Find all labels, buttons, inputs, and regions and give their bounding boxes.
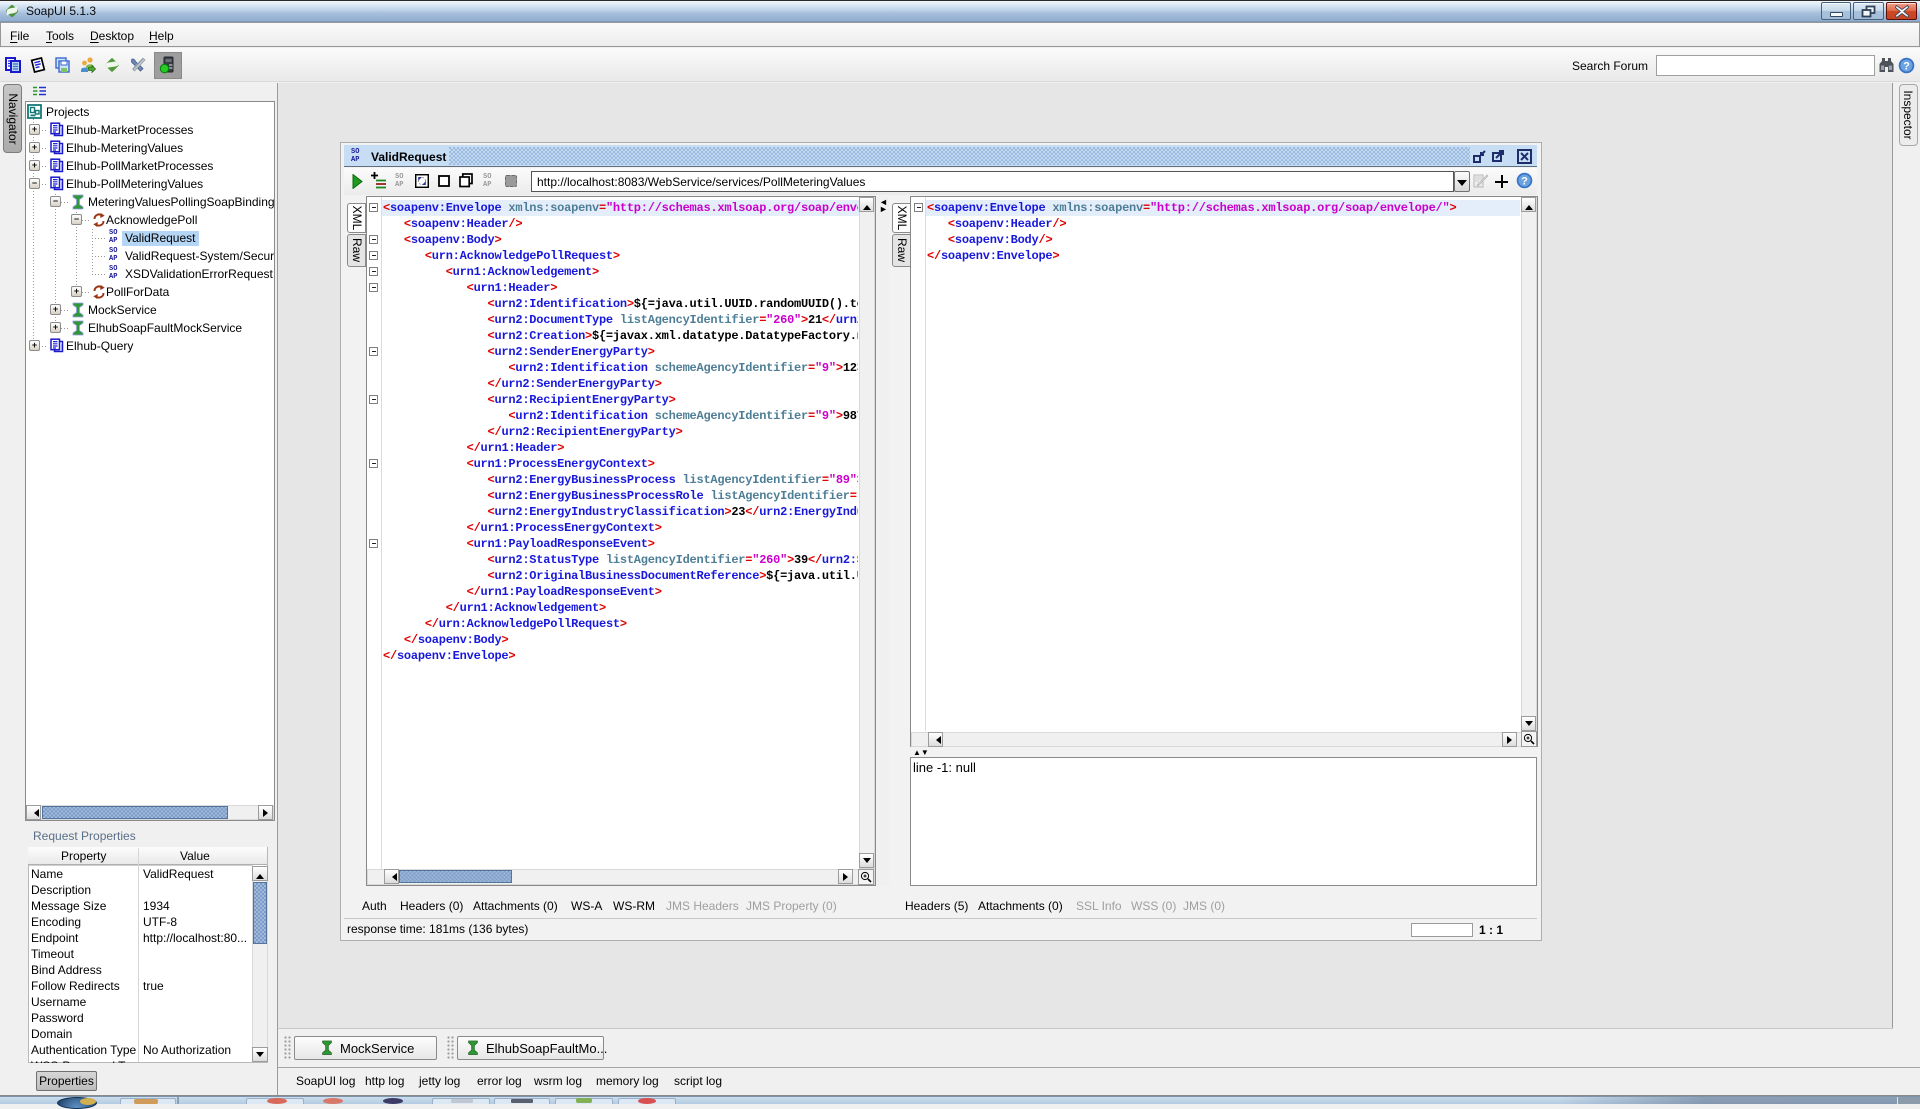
svg-text:?: ? bbox=[1521, 176, 1528, 188]
svg-text:?: ? bbox=[1903, 61, 1910, 73]
